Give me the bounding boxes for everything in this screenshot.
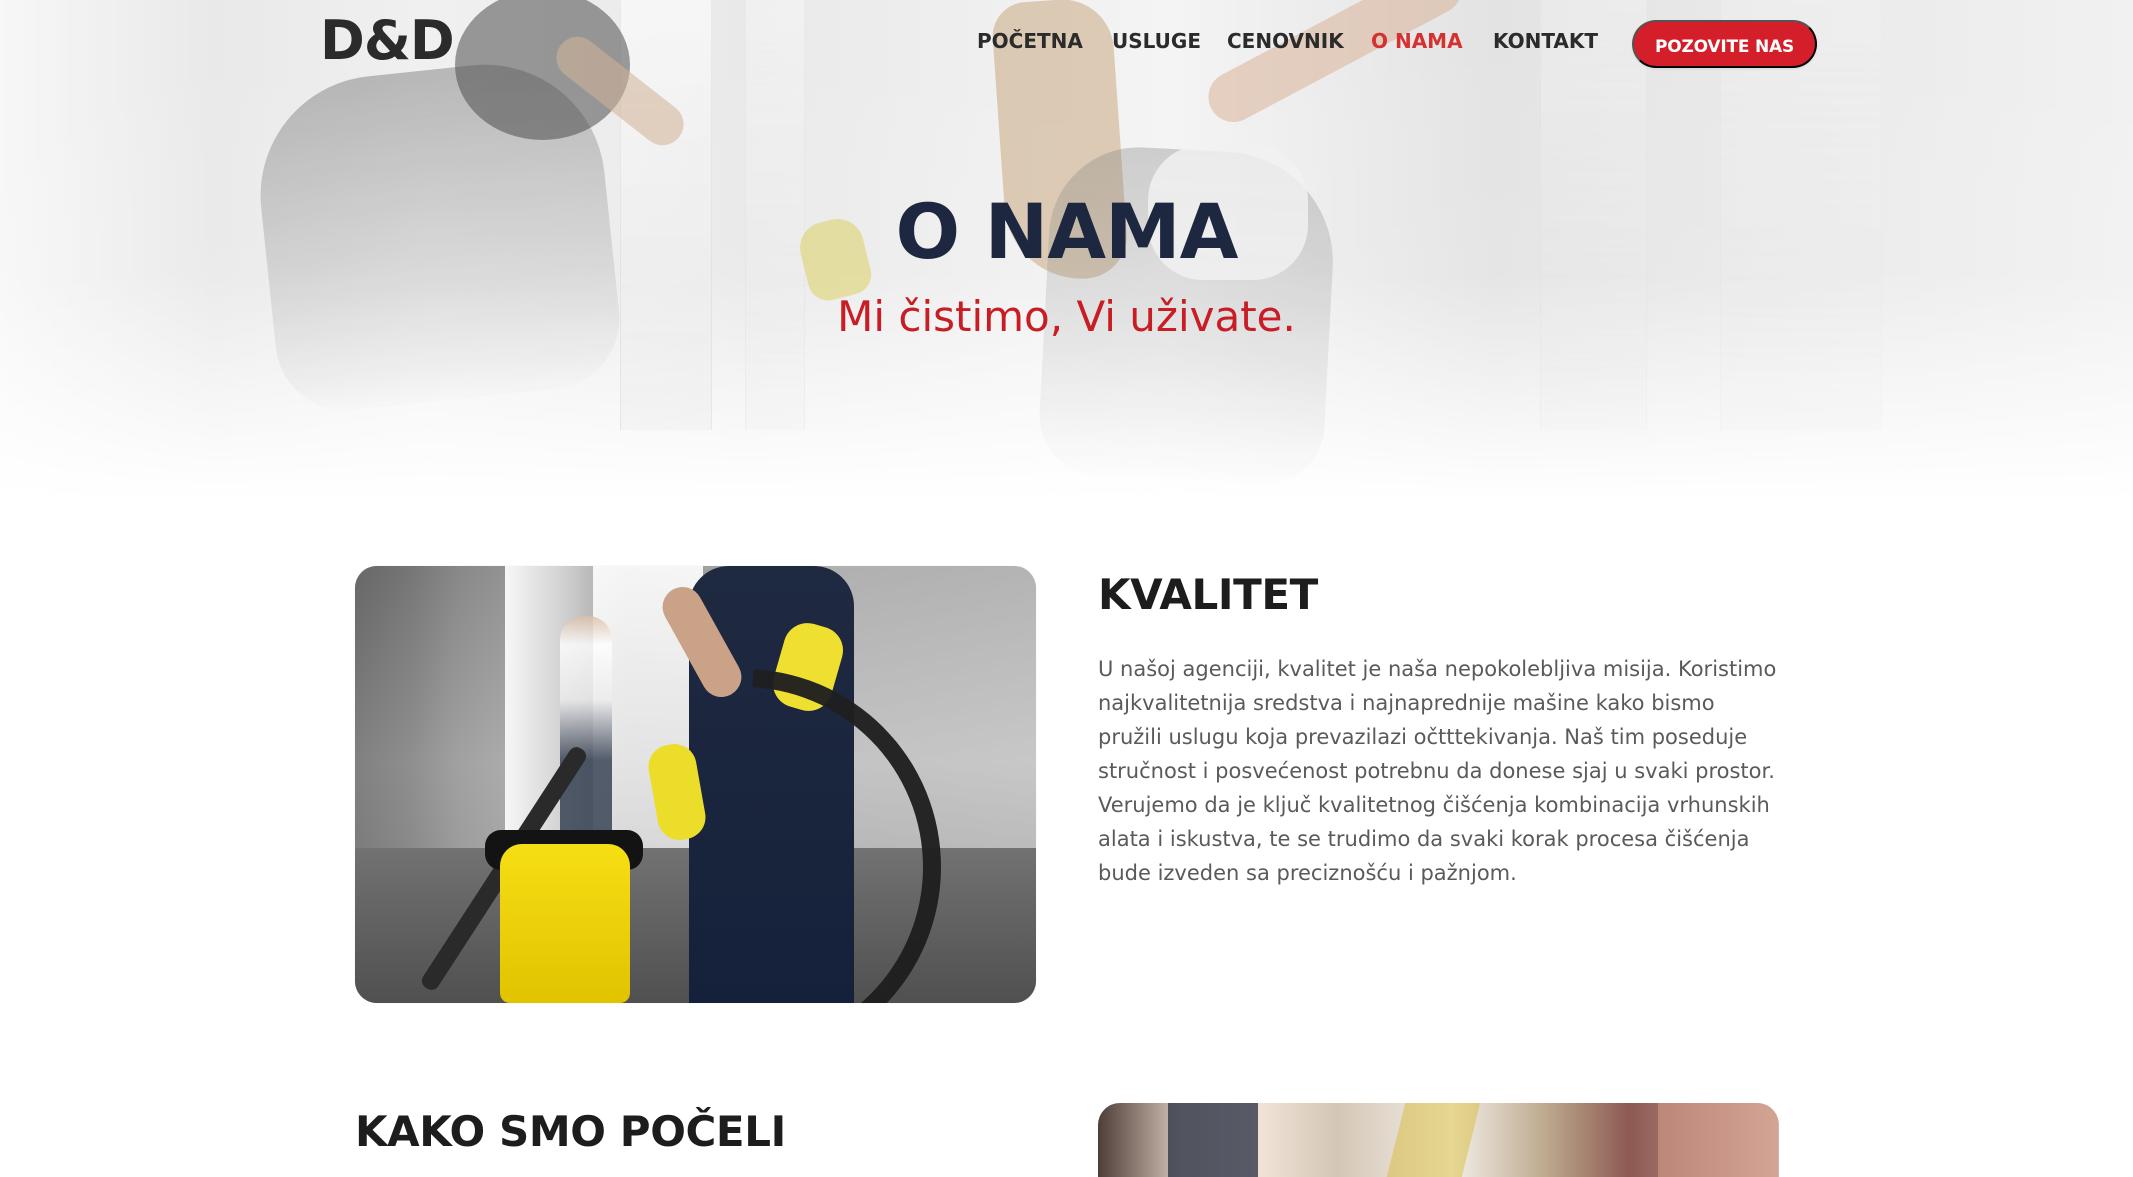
history-image	[1098, 1103, 1779, 1177]
history-image-dark-shape	[1168, 1103, 1258, 1177]
nav-item-usluge[interactable]: USLUGE	[1112, 31, 1201, 51]
call-us-button[interactable]: POZOVITE NAS	[1632, 20, 1817, 68]
history-image-skin-shape	[1658, 1103, 1778, 1177]
nav-item-kontakt[interactable]: KONTAKT	[1493, 31, 1598, 51]
hero-section: D&D POČETNA USLUGE CENOVNIK O NAMA KONTA…	[0, 0, 2133, 500]
history-title: KAKO SMO POČELI	[355, 1107, 786, 1156]
quality-description: U našoj agenciji, kvalitet je naša nepok…	[1098, 657, 1777, 885]
quality-title: KVALITET	[1098, 570, 1318, 619]
nav-item-cenovnik[interactable]: CENOVNIK	[1227, 31, 1344, 51]
site-logo[interactable]: D&D	[320, 14, 455, 68]
page-subtitle: Mi čistimo, Vi uživate.	[837, 292, 1296, 341]
top-navigation: D&D POČETNA USLUGE CENOVNIK O NAMA KONTA…	[0, 0, 2133, 96]
history-image-yellow-shape	[1386, 1103, 1481, 1177]
nav-item-pocetna[interactable]: POČETNA	[977, 31, 1083, 51]
nav-item-o-nama[interactable]: O NAMA	[1371, 31, 1463, 51]
quality-image	[355, 566, 1036, 1003]
page-title: O NAMA	[895, 187, 1239, 276]
quality-image-vacuum-body	[500, 844, 630, 1003]
